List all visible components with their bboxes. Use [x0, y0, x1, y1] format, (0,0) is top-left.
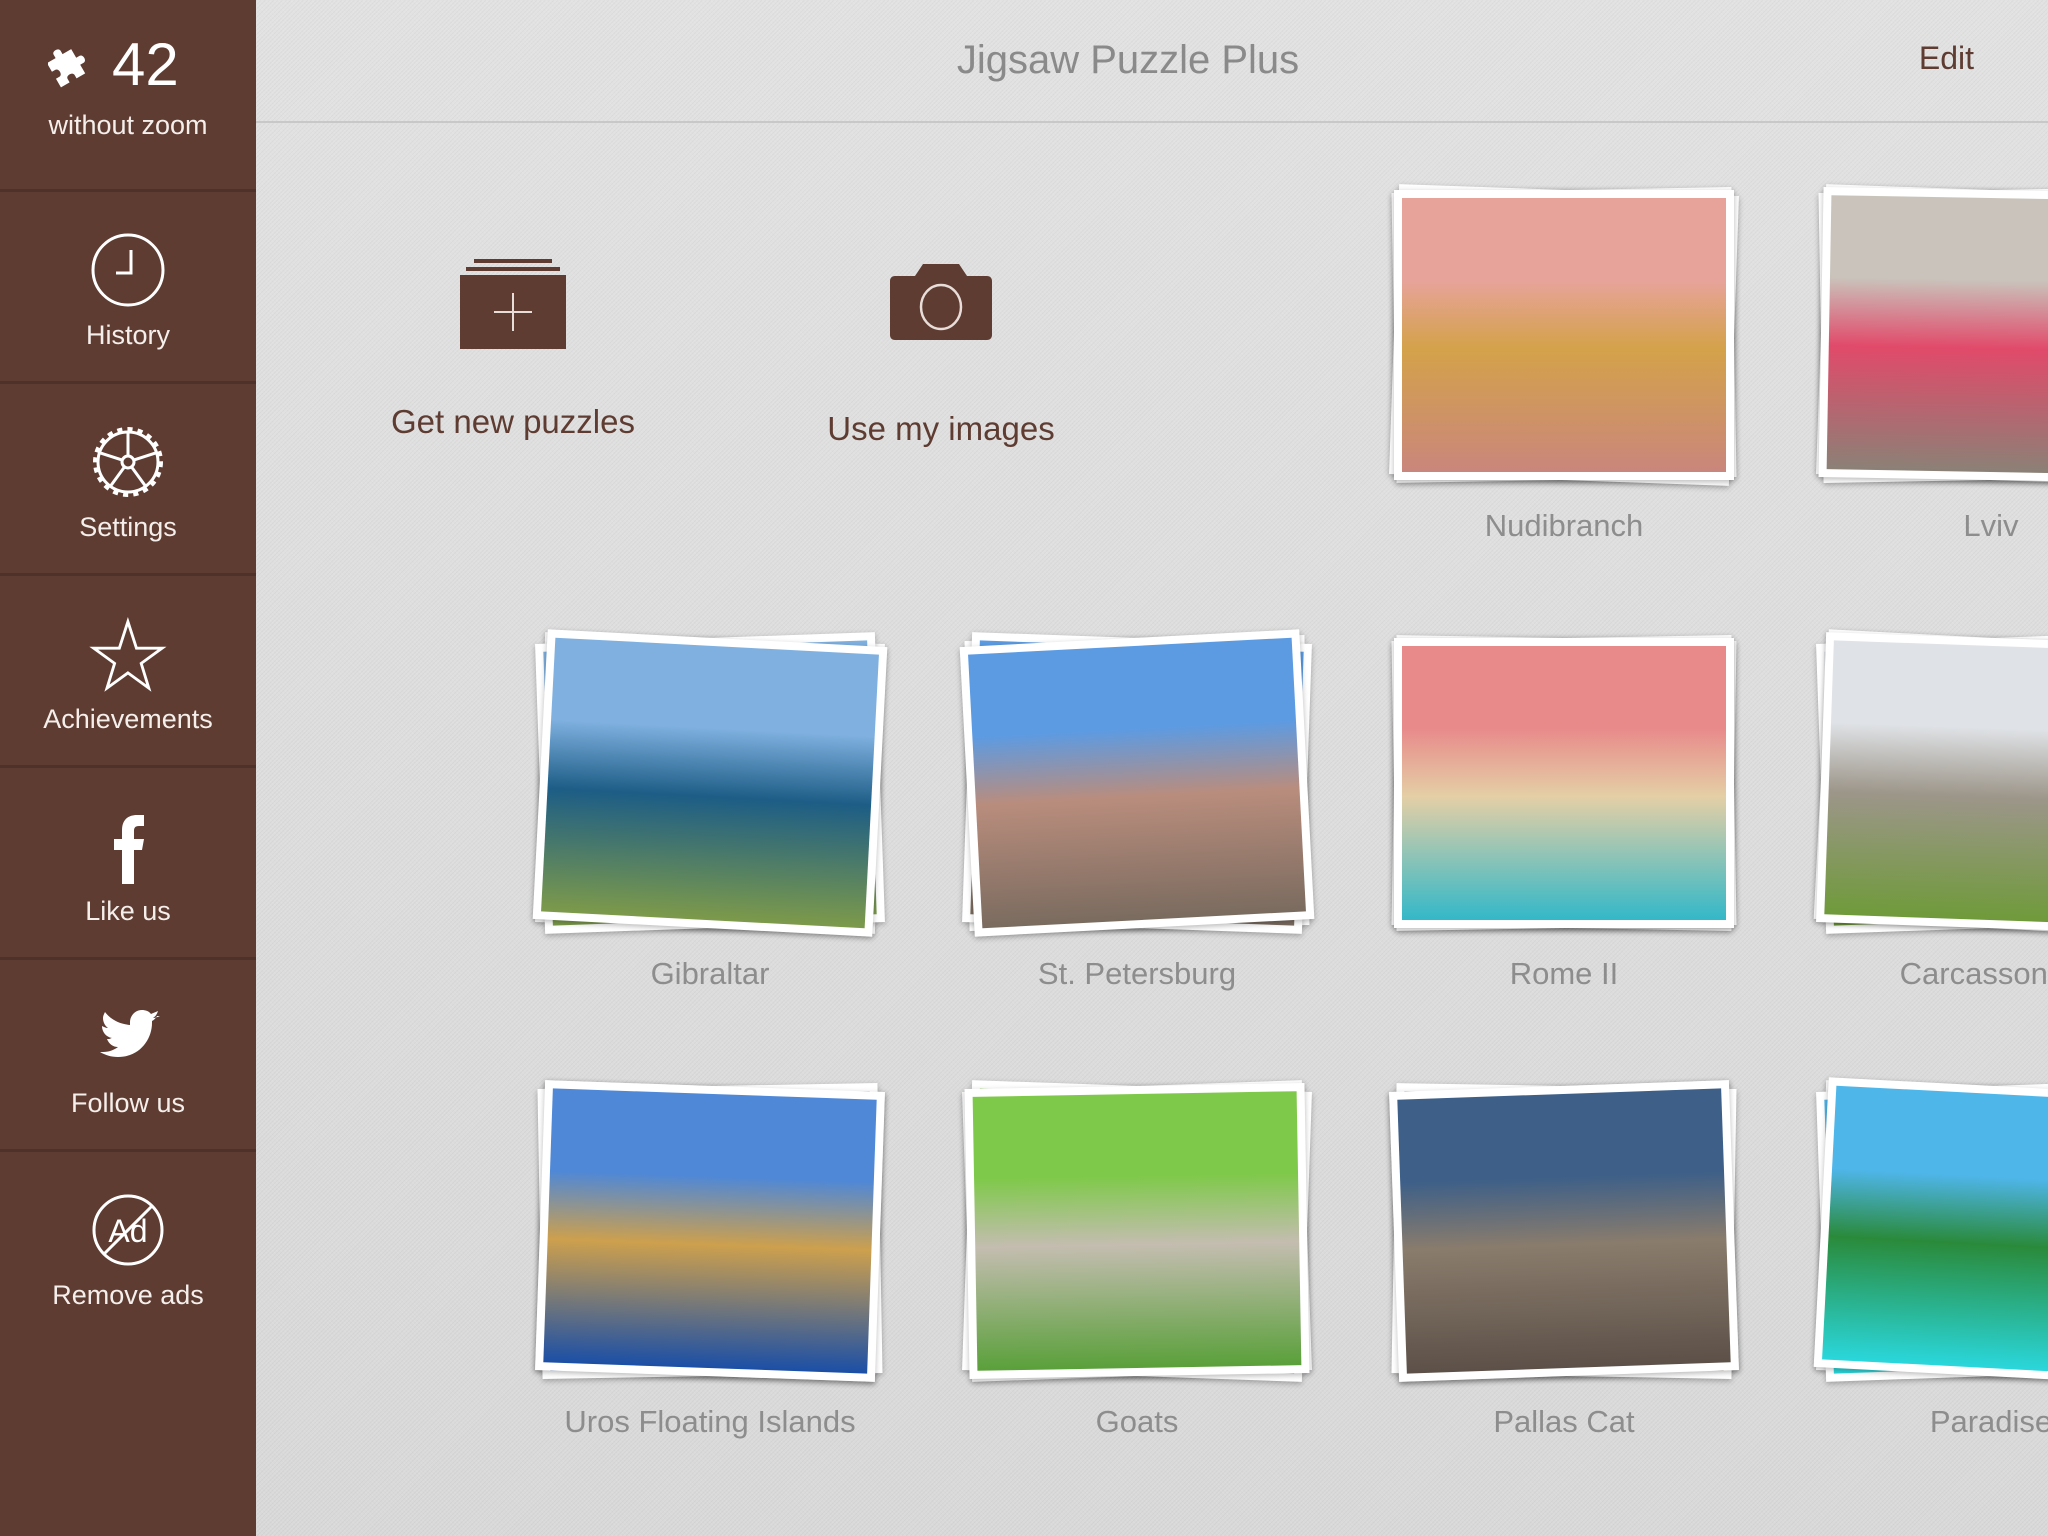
puzzle-tile[interactable]: Nudibranch [1364, 170, 1764, 590]
puzzle-tile[interactable]: Pallas Cat [1364, 1066, 1764, 1486]
puzzle-thumbnail [1394, 190, 1734, 480]
use-my-images-button[interactable]: Use my images [751, 262, 1131, 462]
puzzle-thumbnail [1816, 632, 2048, 934]
get-new-puzzles-label: Get new puzzles [391, 403, 635, 440]
puzzle-tile[interactable]: Rome II [1364, 618, 1764, 1038]
edit-button[interactable]: Edit [1919, 40, 1974, 77]
puzzle-thumbnail [1813, 1077, 2048, 1385]
sidebar-item-label: Achievements [43, 704, 213, 734]
puzzle-name: Nudibranch [1484, 508, 1644, 543]
puzzle-photo-stack [1813, 1077, 2048, 1385]
puzzle-thumbnail [532, 629, 888, 937]
puzzle-name: Uros Floating Islands [564, 1404, 856, 1439]
gear-icon [93, 427, 163, 497]
twitter-icon [100, 1010, 160, 1057]
puzzle-photo-stack [959, 629, 1315, 937]
puzzle-photo-stack [1813, 629, 2048, 937]
puzzle-photo-stack [535, 1080, 885, 1382]
puzzle-thumbnail [1818, 187, 2048, 483]
sidebar: 42 without zoom History Settings Achieve… [0, 0, 256, 1536]
puzzle-counter: 42 without zoom [0, 0, 256, 192]
puzzle-name: Goats [1095, 1404, 1179, 1439]
camera-icon [890, 264, 992, 340]
sidebar-item-history[interactable]: History [0, 192, 256, 384]
sidebar-item-label: Settings [79, 512, 177, 542]
puzzle-photo-stack [1816, 184, 2048, 486]
puzzle-name: St. Petersburg [1037, 956, 1237, 991]
star-icon [89, 616, 167, 692]
puzzle-thumbnail [1389, 1080, 1739, 1382]
puzzle-piece-icon [48, 49, 86, 88]
sidebar-item-achievements[interactable]: Achievements [0, 576, 256, 768]
no-ads-icon: Ad [92, 1194, 164, 1266]
header: Jigsaw Puzzle Plus Edit [256, 0, 2048, 123]
sidebar-item-remove-ads[interactable]: Ad Remove ads [0, 1152, 256, 1344]
puzzle-thumbnail [535, 1080, 885, 1382]
puzzle-count: 42 [112, 31, 179, 98]
puzzle-photo-stack [962, 1080, 1312, 1382]
sidebar-item-label: History [85, 320, 170, 350]
puzzle-tile[interactable]: Uros Floating Islands [510, 1066, 910, 1486]
puzzle-tile[interactable]: Carcassonne [1791, 618, 2048, 1038]
puzzle-photo-stack [1389, 184, 1739, 486]
puzzle-name: Paradise [1929, 1404, 2048, 1439]
sidebar-item-follow-us[interactable]: Follow us [0, 960, 256, 1152]
puzzle-count-label: without zoom [48, 110, 208, 140]
puzzle-tile[interactable]: Gibraltar [510, 618, 910, 1038]
puzzle-name: Lviv [1963, 508, 2019, 543]
clock-icon [91, 233, 165, 307]
puzzle-name: Pallas Cat [1493, 1404, 1635, 1439]
sidebar-item-label: Like us [85, 896, 171, 926]
use-my-images-label: Use my images [827, 410, 1055, 447]
sidebar-item-like-us[interactable]: Like us [0, 768, 256, 960]
puzzle-tile[interactable]: St. Petersburg [937, 618, 1337, 1038]
app-title: Jigsaw Puzzle Plus [956, 38, 1300, 82]
add-stack-icon [460, 259, 566, 349]
facebook-icon [114, 815, 144, 884]
puzzle-thumbnail [964, 1083, 1310, 1379]
main-content: Jigsaw Puzzle Plus Edit Get new puzzles … [256, 0, 2048, 1536]
puzzle-photo-stack [1389, 1080, 1739, 1382]
puzzle-tile[interactable]: Lviv [1791, 170, 2048, 590]
puzzle-name: Gibraltar [650, 956, 770, 991]
sidebar-item-label: Follow us [70, 1088, 186, 1118]
puzzle-tile[interactable]: Paradise [1791, 1066, 2048, 1486]
puzzle-name: Rome II [1509, 956, 1619, 991]
puzzle-photo-stack [532, 629, 888, 937]
puzzle-photo-stack [1391, 635, 1737, 931]
puzzle-thumbnail [1394, 638, 1734, 928]
sidebar-item-label: Remove ads [52, 1280, 204, 1310]
puzzle-tile[interactable]: Goats [937, 1066, 1337, 1486]
puzzle-name: Carcassonne [1899, 956, 2048, 991]
get-new-puzzles-button[interactable]: Get new puzzles [323, 255, 703, 455]
sidebar-item-settings[interactable]: Settings [0, 384, 256, 576]
puzzle-thumbnail [959, 629, 1315, 937]
